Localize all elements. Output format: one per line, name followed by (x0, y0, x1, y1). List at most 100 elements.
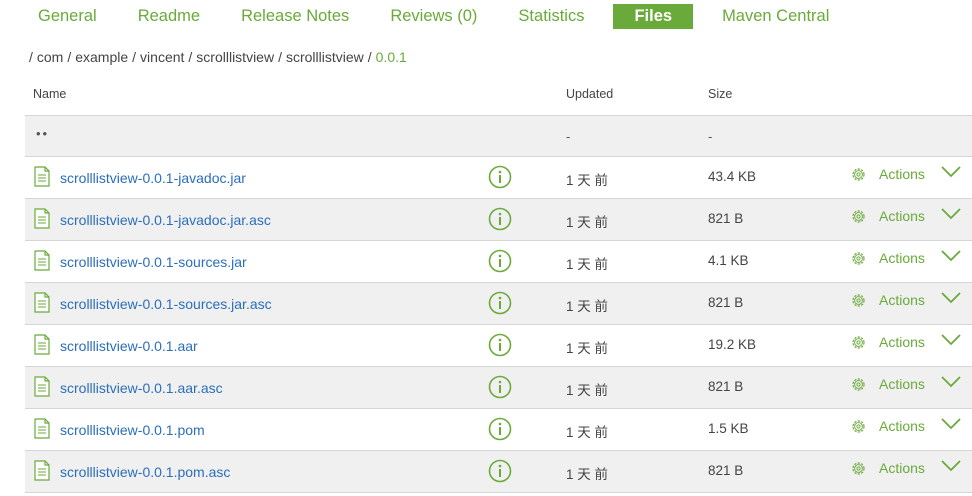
breadcrumb-item-example[interactable]: example (75, 49, 128, 65)
file-name-link[interactable]: scrolllistview-0.0.1.pom (60, 422, 205, 438)
gear-icon (852, 167, 865, 181)
chevron-down-icon[interactable] (940, 417, 962, 431)
breadcrumb-separator: / (29, 49, 33, 65)
tab-general[interactable]: General (26, 4, 109, 29)
info-icon[interactable] (488, 417, 512, 441)
gear-icon (852, 419, 865, 433)
actions-label: Actions (879, 418, 925, 434)
file-name-link[interactable]: scrolllistview-0.0.1-sources.jar (60, 254, 247, 270)
actions-button[interactable]: Actions (850, 330, 925, 354)
actions-button[interactable]: Actions (850, 246, 925, 270)
file-size: 19.2 KB (708, 337, 757, 352)
breadcrumb-separator: / (367, 49, 372, 65)
info-icon[interactable] (488, 249, 512, 273)
file-size: 1.5 KB (708, 421, 749, 436)
file-name-link[interactable]: scrolllistview-0.0.1-javadoc.jar (60, 170, 246, 186)
parent-directory-link[interactable]: •• (36, 126, 49, 141)
column-header-size: Size (708, 87, 733, 101)
breadcrumb-item-scrolllistview[interactable]: scrolllistview (196, 49, 274, 65)
gear-icon (852, 209, 865, 223)
file-list: scrolllistview-0.0.1-javadoc.jar 1 天 前 4… (25, 157, 972, 493)
tab-release-notes[interactable]: Release Notes (229, 4, 361, 29)
tab-readme[interactable]: Readme (126, 4, 212, 29)
table-row: scrolllistview-0.0.1.aar 1 天 前 19.2 KB A… (25, 325, 972, 367)
chevron-down-icon[interactable] (940, 207, 962, 221)
table-row: scrolllistview-0.0.1-javadoc.jar 1 天 前 4… (25, 157, 972, 199)
table-row: scrolllistview-0.0.1.pom 1 天 前 1.5 KB Ac… (25, 409, 972, 451)
actions-label: Actions (879, 250, 925, 266)
file-size: 4.1 KB (708, 253, 749, 268)
chevron-down-icon[interactable] (940, 249, 962, 263)
info-icon[interactable] (488, 207, 512, 231)
files-table: Name Updated Size •• - - scrolllistview-… (25, 74, 972, 493)
file-name-link[interactable]: scrolllistview-0.0.1-javadoc.jar.asc (60, 212, 271, 228)
gear-icon (852, 251, 865, 265)
column-header-name: Name (33, 87, 67, 101)
file-name-link[interactable]: scrolllistview-0.0.1.aar (60, 338, 198, 354)
table-header: Name Updated Size (25, 74, 972, 116)
table-row: scrolllistview-0.0.1-javadoc.jar.asc 1 天… (25, 199, 972, 241)
info-icon[interactable] (488, 459, 512, 483)
parent-directory-row[interactable]: •• - - (25, 116, 972, 157)
table-row: scrolllistview-0.0.1.aar.asc 1 天 前 821 B… (25, 367, 972, 409)
parent-size: - (708, 129, 713, 144)
breadcrumb-item-scrolllistview-2[interactable]: scrolllistview (286, 49, 364, 65)
actions-button[interactable]: Actions (850, 456, 925, 480)
column-header-updated: Updated (566, 87, 614, 101)
chevron-down-icon[interactable] (940, 165, 962, 179)
tab-maven-central[interactable]: Maven Central (710, 4, 841, 29)
breadcrumb-item-com[interactable]: com (37, 49, 63, 65)
file-icon (34, 250, 50, 271)
info-icon[interactable] (488, 165, 512, 189)
file-icon (34, 418, 50, 439)
info-icon[interactable] (488, 375, 512, 399)
file-updated: 1 天 前 (566, 467, 609, 482)
gear-icon (852, 335, 865, 349)
file-updated: 1 天 前 (566, 173, 609, 188)
actions-button[interactable]: Actions (850, 414, 925, 438)
file-updated: 1 天 前 (566, 341, 609, 356)
actions-button[interactable]: Actions (850, 372, 925, 396)
tab-reviews[interactable]: Reviews (0) (378, 4, 489, 29)
actions-button[interactable]: Actions (850, 204, 925, 228)
file-size: 821 B (708, 295, 744, 310)
chevron-down-icon[interactable] (940, 375, 962, 389)
info-icon[interactable] (488, 333, 512, 357)
parent-updated: - (566, 129, 571, 144)
table-row: scrolllistview-0.0.1-sources.jar.asc 1 天… (25, 283, 972, 325)
file-icon (34, 292, 50, 313)
actions-button[interactable]: Actions (850, 162, 925, 186)
gear-icon (852, 293, 865, 307)
breadcrumb-item-vincent[interactable]: vincent (140, 49, 184, 65)
gear-icon (852, 461, 865, 475)
file-size: 43.4 KB (708, 169, 757, 184)
actions-label: Actions (879, 376, 925, 392)
file-name-link[interactable]: scrolllistview-0.0.1.aar.asc (60, 380, 223, 396)
actions-label: Actions (879, 460, 925, 476)
gear-icon (852, 377, 865, 391)
file-icon (34, 208, 50, 229)
chevron-down-icon[interactable] (940, 291, 962, 305)
file-size: 821 B (708, 463, 744, 478)
file-size: 821 B (708, 211, 744, 226)
file-icon (34, 166, 50, 187)
breadcrumb-separator: / (278, 49, 282, 65)
file-updated: 1 天 前 (566, 257, 609, 272)
breadcrumb-separator: / (67, 49, 72, 65)
file-name-link[interactable]: scrolllistview-0.0.1.pom.asc (60, 464, 230, 480)
table-row: scrolllistview-0.0.1.pom.asc 1 天 前 821 B… (25, 451, 972, 493)
file-updated: 1 天 前 (566, 425, 609, 440)
tab-bar: General Readme Release Notes Reviews (0)… (26, 4, 858, 30)
tab-statistics[interactable]: Statistics (506, 4, 596, 29)
chevron-down-icon[interactable] (940, 459, 962, 473)
file-updated: 1 天 前 (566, 299, 609, 314)
tab-files[interactable]: Files (613, 4, 694, 29)
file-name-link[interactable]: scrolllistview-0.0.1-sources.jar.asc (60, 296, 272, 312)
chevron-down-icon[interactable] (940, 333, 962, 347)
info-icon[interactable] (488, 291, 512, 315)
actions-label: Actions (879, 208, 925, 224)
file-icon (34, 334, 50, 355)
file-icon (34, 460, 50, 481)
breadcrumb: / com / example / vincent / scrolllistview / scro… (29, 49, 407, 65)
actions-button[interactable]: Actions (850, 288, 925, 312)
